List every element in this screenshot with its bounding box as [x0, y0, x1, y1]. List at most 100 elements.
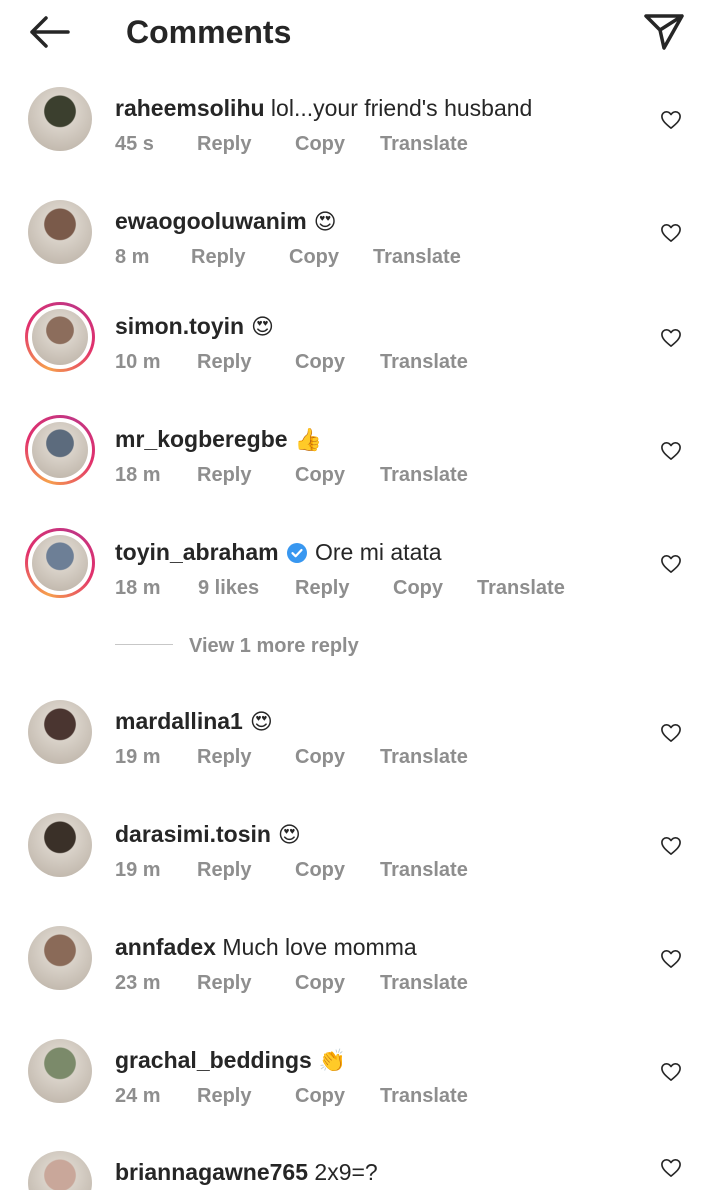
comment-line: briannagawne765 2x9=? [115, 1158, 378, 1186]
avatar-button[interactable] [25, 415, 95, 485]
copy-button[interactable]: Copy [295, 1084, 345, 1108]
back-button[interactable] [26, 12, 72, 52]
translate-button[interactable]: Translate [477, 576, 565, 600]
reply-button[interactable]: Reply [295, 576, 349, 600]
view-more-replies-label: View 1 more reply [189, 635, 359, 657]
comment-username[interactable]: mardallina1 [115, 708, 243, 734]
comment-username[interactable]: darasimi.tosin [115, 821, 271, 847]
translate-button[interactable]: Translate [373, 245, 461, 269]
comment-item: annfadex Much love momma 23 m Reply Copy Tra… [0, 923, 720, 1023]
comment-text: Much love momma [215, 934, 417, 960]
comment-likes-count[interactable]: 9 likes [198, 576, 259, 600]
verified-badge-icon [286, 543, 307, 563]
copy-button[interactable]: Copy [289, 245, 339, 269]
like-heart-icon[interactable] [660, 223, 682, 243]
translate-button[interactable]: Translate [380, 350, 468, 374]
arrow-left-icon [30, 16, 70, 48]
comment-item: mr_kogberegbe 👍 18 m Reply Copy Translate [0, 415, 720, 515]
comment-username[interactable]: mr_kogberegbe [115, 426, 288, 452]
comment-emoji: 😍 [244, 315, 274, 340]
comment-time: 10 m [115, 351, 161, 373]
comment-item: grachal_beddings 👏 24 m Reply Copy Translate [0, 1036, 720, 1136]
avatar-button[interactable] [25, 528, 95, 598]
translate-button[interactable]: Translate [380, 1084, 468, 1108]
like-heart-icon[interactable] [660, 723, 682, 743]
like-heart-icon[interactable] [660, 441, 682, 461]
avatar [28, 87, 92, 151]
view-more-replies-button[interactable]: View 1 more reply [115, 632, 415, 660]
comment-username[interactable]: simon.toyin [115, 313, 244, 339]
reply-button[interactable]: Reply [197, 1084, 251, 1108]
comment-item: briannagawne765 2x9=? [0, 1148, 720, 1190]
comment-username[interactable]: grachal_beddings [115, 1047, 312, 1073]
copy-button[interactable]: Copy [393, 576, 443, 600]
copy-button[interactable]: Copy [295, 858, 345, 882]
copy-button[interactable]: Copy [295, 132, 345, 156]
comment-line: raheemsolihu lol...your friend's husband [115, 94, 532, 122]
avatar-button[interactable] [25, 197, 95, 267]
avatar [32, 422, 88, 478]
reply-button[interactable]: Reply [197, 463, 251, 487]
comment-username[interactable]: raheemsolihu [115, 95, 265, 121]
avatar [28, 926, 92, 990]
avatar-button[interactable] [25, 923, 95, 993]
translate-button[interactable]: Translate [380, 858, 468, 882]
avatar-button[interactable] [25, 697, 95, 767]
share-button[interactable] [640, 8, 688, 54]
comment-line: ewaogooluwanim 😍 [115, 207, 337, 237]
comment-line: annfadex Much love momma [115, 933, 417, 961]
comment-time: 19 m [115, 859, 161, 881]
reply-button[interactable]: Reply [191, 245, 245, 269]
comment-line: mardallina1 😍 [115, 707, 273, 737]
avatar-button[interactable] [25, 1148, 95, 1190]
avatar-button[interactable] [25, 302, 95, 372]
paper-plane-icon [644, 14, 684, 50]
comment-time: 8 m [115, 246, 150, 268]
avatar-button[interactable] [25, 84, 95, 154]
comment-username[interactable]: ewaogooluwanim [115, 208, 307, 234]
comment-username[interactable]: briannagawne765 [115, 1159, 308, 1185]
like-heart-icon[interactable] [660, 949, 682, 969]
comment-item: raheemsolihu lol...your friend's husband… [0, 84, 720, 184]
comment-emoji: 😍 [270, 823, 301, 848]
reply-button[interactable]: Reply [197, 350, 251, 374]
comment-text: 2x9=? [308, 1159, 378, 1185]
copy-button[interactable]: Copy [295, 971, 345, 995]
comment-line: grachal_beddings 👏 [115, 1046, 346, 1076]
copy-button[interactable]: Copy [295, 745, 345, 769]
comment-username[interactable]: annfadex [115, 934, 216, 960]
comment-text: lol...your friend's husband [264, 95, 533, 121]
comment-username[interactable]: toyin_abraham [115, 539, 279, 565]
avatar [28, 700, 92, 764]
reply-button[interactable]: Reply [197, 858, 251, 882]
reply-button[interactable]: Reply [197, 745, 251, 769]
translate-button[interactable]: Translate [380, 745, 468, 769]
comment-time: 19 m [115, 746, 161, 768]
avatar [32, 309, 88, 365]
reply-button[interactable]: Reply [197, 132, 251, 156]
translate-button[interactable]: Translate [380, 132, 468, 156]
comment-text: Ore mi atata [308, 539, 442, 565]
avatar-button[interactable] [25, 1036, 95, 1106]
copy-button[interactable]: Copy [295, 350, 345, 374]
comment-time: 18 m [115, 577, 161, 599]
like-heart-icon[interactable] [660, 328, 682, 348]
like-heart-icon[interactable] [660, 1158, 682, 1178]
like-heart-icon[interactable] [660, 554, 682, 574]
avatar-button[interactable] [25, 810, 95, 880]
translate-button[interactable]: Translate [380, 463, 468, 487]
comment-line: toyin_abraham Ore mi atata [115, 538, 442, 566]
like-heart-icon[interactable] [660, 1062, 682, 1082]
header-bar: Comments [0, 0, 720, 64]
comment-line: mr_kogberegbe 👍 [115, 425, 322, 455]
like-heart-icon[interactable] [660, 836, 682, 856]
like-heart-icon[interactable] [660, 110, 682, 130]
comment-item: mardallina1 😍 19 m Reply Copy Translate [0, 697, 720, 797]
translate-button[interactable]: Translate [380, 971, 468, 995]
avatar [28, 200, 92, 264]
reply-button[interactable]: Reply [197, 971, 251, 995]
avatar [28, 1039, 92, 1103]
avatar [28, 813, 92, 877]
copy-button[interactable]: Copy [295, 463, 345, 487]
comment-line: simon.toyin 😍 [115, 312, 274, 342]
